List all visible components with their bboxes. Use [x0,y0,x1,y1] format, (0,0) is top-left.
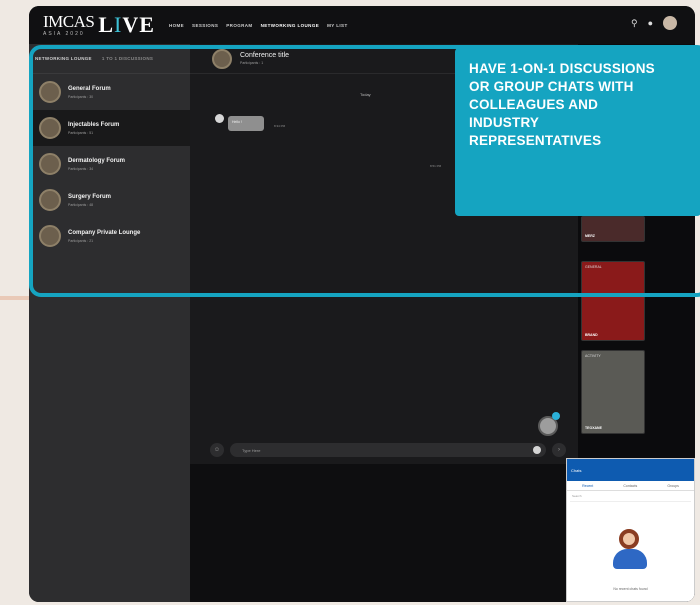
booth-top-label: ACTIVITY [585,354,601,358]
booth-label: TEOXANE [585,426,602,430]
live-l: L [98,12,115,37]
nav-program[interactable]: PROGRAM [226,23,252,28]
booth-label: BRAND [585,333,598,337]
top-bar: IMCAS ASIA 2020 LIVE HOME SESSIONS PROGR… [29,6,695,44]
callout-text: HAVE 1-ON-1 DISCUSSIONS OR GROUP CHATS W… [469,61,655,148]
tab-recent[interactable]: Recent [582,484,593,488]
main-nav: HOME SESSIONS PROGRAM NETWORKING LOUNGE … [169,23,348,28]
input-placeholder: Type Here [242,447,261,453]
tab-contacts[interactable]: Contacts [623,484,637,488]
message-input-row: ☺ Type Here › [210,442,566,458]
chats-panel: Chats Recent Contacts Groups Search No r… [566,458,695,602]
feature-callout: HAVE 1-ON-1 DISCUSSIONS OR GROUP CHATS W… [455,48,700,216]
nav-home[interactable]: HOME [169,23,184,28]
emoji-button[interactable]: ☺ [210,443,224,457]
attach-icon[interactable] [533,446,541,454]
logo-text: IMCAS [43,12,95,31]
live-logo: LIVE [98,12,155,38]
illustration-head [619,529,639,549]
nav-my-list[interactable]: MY LIST [327,23,347,28]
send-button[interactable]: › [552,443,566,457]
live-ve: VE [122,12,155,37]
empty-state-illustration [607,529,653,571]
user-avatar[interactable] [663,16,677,30]
chats-panel-tabs: Recent Contacts Groups [567,481,694,491]
booth-tile-teoxane[interactable]: ACTIVITY TEOXANE [581,350,645,434]
tab-groups[interactable]: Groups [667,484,678,488]
fab-badge [552,412,560,420]
logo-subtitle: ASIA 2020 [43,31,85,37]
nav-sessions[interactable]: SESSIONS [192,23,218,28]
top-icons: ⚲ ● [631,16,677,30]
chats-panel-header: Chats [567,459,694,481]
search-icon[interactable]: ⚲ [631,18,638,29]
message-input[interactable]: Type Here [230,443,546,457]
illustration-body [613,549,647,569]
chats-search-input[interactable]: Search [570,494,691,502]
nav-networking-lounge[interactable]: NETWORKING LOUNGE [261,23,320,28]
brand-logo[interactable]: IMCAS ASIA 2020 [43,12,95,37]
bell-icon[interactable]: ● [648,18,653,28]
empty-state-caption: No recent chats found [613,587,648,591]
